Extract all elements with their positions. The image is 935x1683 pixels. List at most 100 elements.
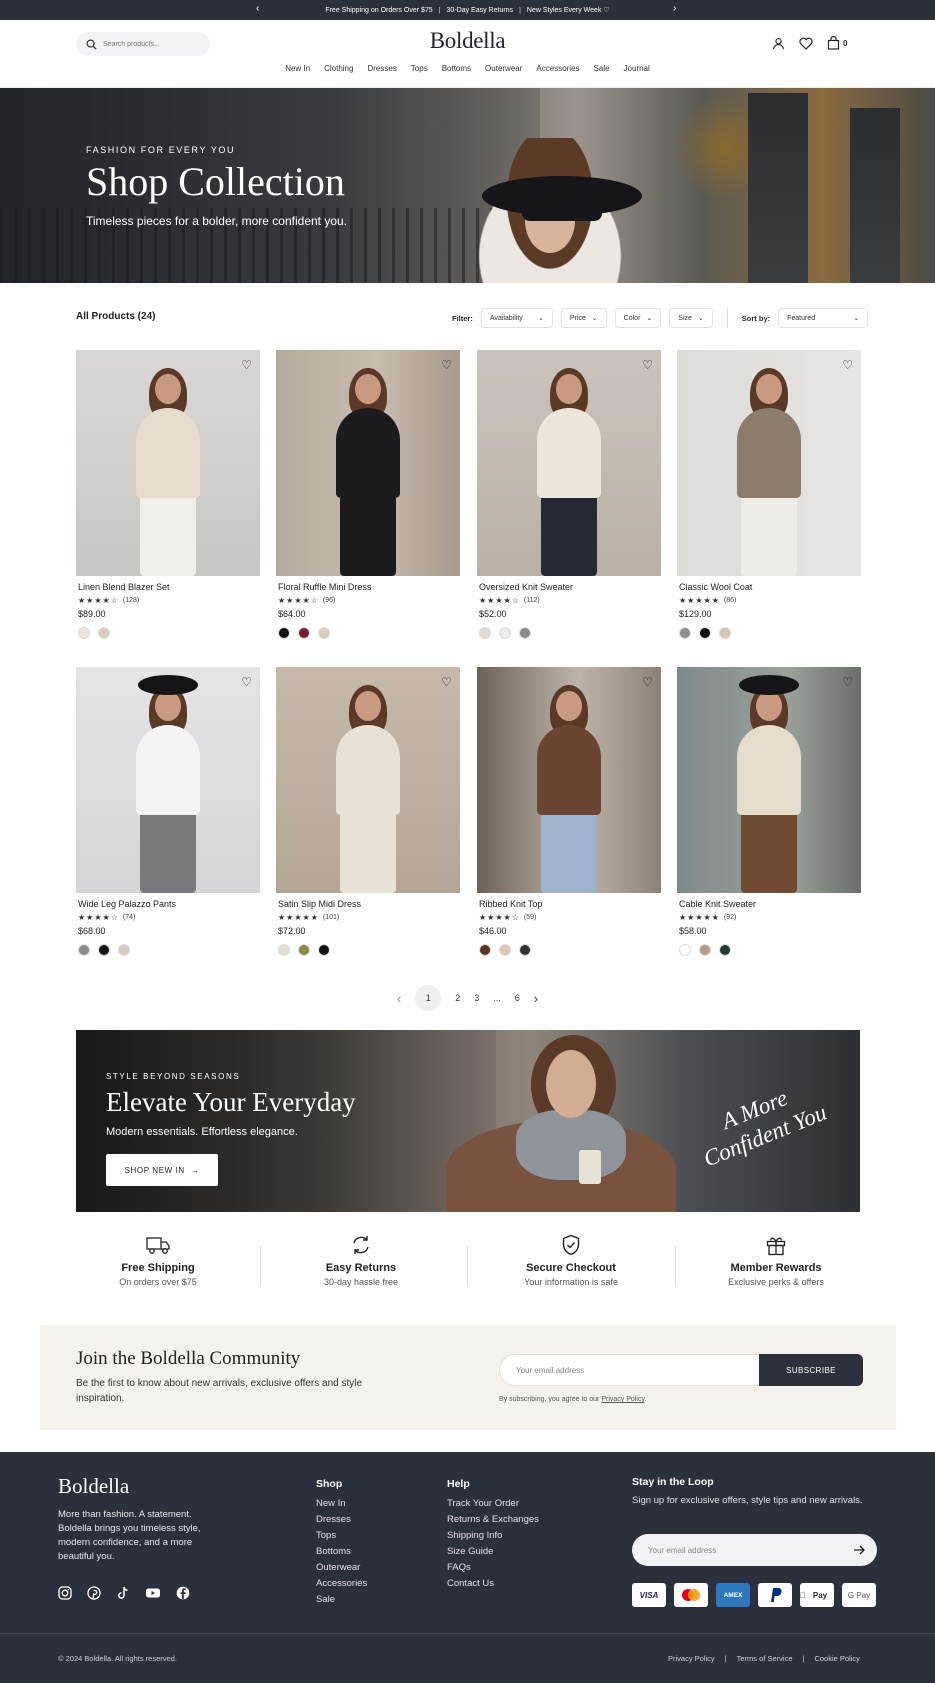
color-swatch[interactable] xyxy=(479,944,491,956)
nav-item-bottoms[interactable]: Bottoms xyxy=(442,64,471,73)
wishlist-heart-icon[interactable]: ♡ xyxy=(842,358,853,372)
product-image[interactable]: ♡ xyxy=(677,667,861,893)
filter-price[interactable]: Price ⌄ xyxy=(560,308,607,328)
product-image[interactable]: ♡ xyxy=(76,667,260,893)
privacy-policy-link[interactable]: Privacy Policy xyxy=(601,1396,644,1403)
color-swatch[interactable] xyxy=(699,944,711,956)
facebook-icon[interactable] xyxy=(176,1586,190,1600)
product-name[interactable]: Classic Wool Coat xyxy=(677,582,861,592)
color-swatch[interactable] xyxy=(78,944,90,956)
footer-link[interactable]: Shipping Info xyxy=(447,1528,539,1544)
product-card[interactable]: ♡ Cable Knit Sweater ★★★★★ (92) $58.00 xyxy=(677,667,861,956)
color-swatch[interactable] xyxy=(278,944,290,956)
product-card[interactable]: ♡ Linen Blend Blazer Set ★★★★☆ (128) $89.00 xyxy=(76,350,260,639)
youtube-icon[interactable] xyxy=(145,1586,161,1600)
footer-email-input[interactable]: Your email address xyxy=(632,1534,877,1566)
privacy-policy-footer-link[interactable]: Privacy Policy xyxy=(668,1654,715,1663)
wishlist-heart-icon[interactable]: ♡ xyxy=(642,358,653,372)
color-swatch[interactable] xyxy=(298,627,310,639)
wishlist-heart-icon[interactable]: ♡ xyxy=(842,675,853,689)
nav-item-outerwear[interactable]: Outerwear xyxy=(485,64,522,73)
prev-page-icon[interactable]: ‹ xyxy=(397,991,401,1006)
color-swatch[interactable] xyxy=(278,627,290,639)
product-image[interactable]: ♡ xyxy=(276,667,460,893)
nav-item-new-in[interactable]: New In xyxy=(285,64,310,73)
filter-availability[interactable]: Availability ⌄ xyxy=(480,308,553,328)
filter-size[interactable]: Size ⌄ xyxy=(669,308,713,328)
product-card[interactable]: ♡ Ribbed Knit Top ★★★★☆ (59) $46.00 xyxy=(477,667,661,956)
footer-link[interactable]: Sale xyxy=(316,1592,367,1608)
color-swatch[interactable] xyxy=(98,627,110,639)
footer-link[interactable]: FAQs xyxy=(447,1560,539,1576)
product-image[interactable]: ♡ xyxy=(76,350,260,576)
product-name[interactable]: Linen Blend Blazer Set xyxy=(76,582,260,592)
color-swatch[interactable] xyxy=(298,944,310,956)
product-name[interactable]: Wide Leg Palazzo Pants xyxy=(76,899,260,909)
color-swatch[interactable] xyxy=(318,944,330,956)
color-swatch[interactable] xyxy=(118,944,130,956)
product-image[interactable]: ♡ xyxy=(276,350,460,576)
footer-link[interactable]: Outerwear xyxy=(316,1560,367,1576)
instagram-icon[interactable] xyxy=(58,1586,72,1600)
color-swatch[interactable] xyxy=(519,944,531,956)
product-name[interactable]: Floral Ruffle Mini Dress xyxy=(276,582,460,592)
wishlist-heart-icon[interactable]: ♡ xyxy=(241,358,252,372)
nav-item-dresses[interactable]: Dresses xyxy=(367,64,396,73)
terms-link[interactable]: Terms of Service xyxy=(737,1654,793,1663)
product-image[interactable]: ♡ xyxy=(677,350,861,576)
nav-item-journal[interactable]: Journal xyxy=(624,64,650,73)
color-swatch[interactable] xyxy=(98,944,110,956)
account-icon[interactable] xyxy=(772,37,785,50)
product-card[interactable]: ♡ Satin Slip Midi Dress ★★★★★ (101) $72.00 xyxy=(276,667,460,956)
announcement-prev-icon[interactable]: ‹ xyxy=(256,3,259,14)
filter-color[interactable]: Color ⌄ xyxy=(614,308,662,328)
footer-logo[interactable]: Boldella xyxy=(58,1474,129,1499)
community-email-input[interactable]: Your email address xyxy=(499,1354,761,1386)
color-swatch[interactable] xyxy=(679,944,691,956)
color-swatch[interactable] xyxy=(78,627,90,639)
color-swatch[interactable] xyxy=(479,627,491,639)
color-swatch[interactable] xyxy=(699,627,711,639)
cart-button[interactable]: 0 xyxy=(827,36,847,50)
product-image[interactable]: ♡ xyxy=(477,667,661,893)
footer-link[interactable]: Bottoms xyxy=(316,1544,367,1560)
pinterest-icon[interactable] xyxy=(87,1586,101,1600)
color-swatch[interactable] xyxy=(499,944,511,956)
footer-link[interactable]: Contact Us xyxy=(447,1576,539,1592)
product-card[interactable]: ♡ Oversized Knit Sweater ★★★★☆ (112) $52.00 xyxy=(477,350,661,639)
footer-link[interactable]: Tops xyxy=(316,1528,367,1544)
product-name[interactable]: Ribbed Knit Top xyxy=(477,899,661,909)
arrow-right-icon[interactable] xyxy=(853,1545,865,1555)
product-name[interactable]: Cable Knit Sweater xyxy=(677,899,861,909)
shop-new-in-button[interactable]: SHOP NEW IN → xyxy=(106,1154,218,1186)
nav-item-accessories[interactable]: Accessories xyxy=(536,64,579,73)
color-swatch[interactable] xyxy=(679,627,691,639)
wishlist-icon[interactable] xyxy=(799,37,813,50)
wishlist-heart-icon[interactable]: ♡ xyxy=(441,675,452,689)
product-name[interactable]: Satin Slip Midi Dress xyxy=(276,899,460,909)
nav-item-tops[interactable]: Tops xyxy=(411,64,428,73)
page-2[interactable]: 2 xyxy=(455,993,460,1003)
nav-item-sale[interactable]: Sale xyxy=(594,64,610,73)
product-card[interactable]: ♡ Classic Wool Coat ★★★★★ (86) $129.00 xyxy=(677,350,861,639)
product-name[interactable]: Oversized Knit Sweater xyxy=(477,582,661,592)
next-page-icon[interactable]: › xyxy=(534,991,538,1006)
color-swatch[interactable] xyxy=(499,627,511,639)
nav-item-clothing[interactable]: Clothing xyxy=(324,64,353,73)
color-swatch[interactable] xyxy=(719,944,731,956)
tiktok-icon[interactable] xyxy=(116,1586,130,1600)
cookie-policy-link[interactable]: Cookie Policy xyxy=(814,1654,859,1663)
page-3[interactable]: 3 xyxy=(474,993,479,1003)
color-swatch[interactable] xyxy=(318,627,330,639)
footer-link[interactable]: Track Your Order xyxy=(447,1496,539,1512)
page-6[interactable]: 6 xyxy=(515,993,520,1003)
wishlist-heart-icon[interactable]: ♡ xyxy=(642,675,653,689)
product-image[interactable]: ♡ xyxy=(477,350,661,576)
color-swatch[interactable] xyxy=(519,627,531,639)
wishlist-heart-icon[interactable]: ♡ xyxy=(441,358,452,372)
color-swatch[interactable] xyxy=(719,627,731,639)
footer-link[interactable]: Accessories xyxy=(316,1576,367,1592)
footer-link[interactable]: Returns & Exchanges xyxy=(447,1512,539,1528)
sort-select[interactable]: Featured ⌄ xyxy=(778,308,869,328)
product-card[interactable]: ♡ Floral Ruffle Mini Dress ★★★★☆ (96) $64.00 xyxy=(276,350,460,639)
